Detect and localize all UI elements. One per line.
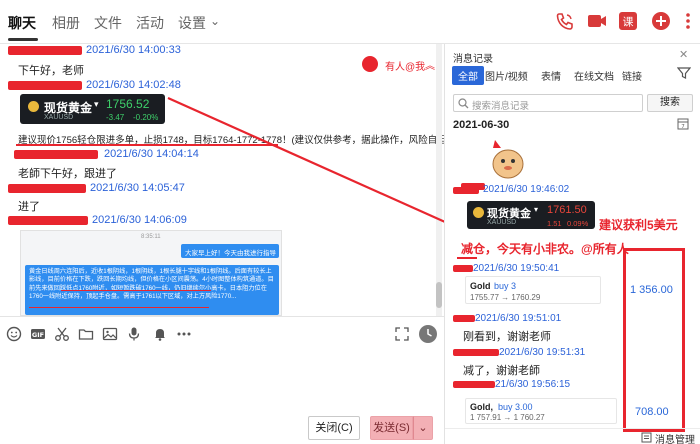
message-timestamp: 21/6/30 19:56:15 <box>495 379 571 390</box>
annotation-reduce: 减仓，今天有小非农。@所有人 <box>461 242 629 256</box>
sticker-image[interactable] <box>485 134 531 182</box>
redacted-name <box>453 265 473 272</box>
date-header: 2021-06-30 <box>453 119 510 131</box>
search-button[interactable]: 搜索 <box>647 94 693 112</box>
trade-card[interactable]: Gold buy 3 1755.77 → 1760.29 <box>465 276 601 304</box>
trade-prices: 1755.77 → 1760.29 <box>470 293 541 302</box>
filter-all[interactable]: 全部 <box>452 66 484 85</box>
folder-icon[interactable] <box>78 326 94 342</box>
svg-text:GIF: GIF <box>32 331 44 339</box>
gold-coin-icon <box>473 207 484 218</box>
redacted-name <box>453 187 479 194</box>
filter-image-video[interactable]: 图片/视频 <box>485 68 528 83</box>
filter-emoji[interactable]: 表情 <box>541 68 561 83</box>
search-input[interactable]: 搜索消息记录 <box>453 94 643 112</box>
message-input-area[interactable]: 关闭(C) 发送(S) ⌄ <box>0 350 444 444</box>
more-tools-icon[interactable] <box>176 326 192 342</box>
send-button[interactable]: 发送(S) <box>370 416 413 440</box>
search-icon <box>458 98 469 109</box>
message-timestamp: 2021/6/30 19:51:01 <box>475 313 562 324</box>
red-underline <box>457 257 477 259</box>
close-icon[interactable]: ✕ <box>679 48 688 61</box>
filter-online-doc[interactable]: 在线文档 <box>574 68 614 83</box>
trade-prices: 1 757.91 → 1 760.27 <box>470 413 545 422</box>
divider <box>445 428 700 429</box>
expand-icon[interactable] <box>394 326 410 342</box>
trade-title: Gold <box>470 281 491 291</box>
gold-price: 1761.50 <box>547 204 587 216</box>
filter-icon[interactable] <box>677 66 691 80</box>
trade-action: buy 3 <box>494 281 517 291</box>
image-icon[interactable] <box>102 326 118 342</box>
message-text[interactable]: 刚看到，谢谢老师 <box>463 328 551 344</box>
microphone-icon[interactable] <box>126 326 142 342</box>
gold-percent: 0.09% <box>567 219 589 228</box>
message-text[interactable]: 减了，谢谢老師 <box>463 362 540 378</box>
redacted-name <box>453 315 475 322</box>
search-placeholder: 搜索消息记录 <box>472 101 530 112</box>
trade-amount: 1 356.00 <box>630 284 673 296</box>
emoji-icon[interactable] <box>6 326 22 342</box>
panel-title: 消息记录 <box>453 54 493 65</box>
message-history-panel: 消息记录 ✕ 全部 图片/视频 表情 在线文档 链接 搜索消息记录 搜索 202… <box>444 44 700 444</box>
send-options-dropdown[interactable]: ⌄ <box>413 416 433 440</box>
message-timestamp: 2021/6/30 19:51:31 <box>499 347 586 358</box>
history-clock-icon[interactable] <box>418 324 438 344</box>
trade-action: buy 3.00 <box>498 402 533 412</box>
red-highlight-box <box>623 248 685 432</box>
dropdown-caret-icon: ▾ <box>534 205 539 214</box>
scissors-icon[interactable] <box>54 326 70 342</box>
bell-icon[interactable] <box>152 326 168 342</box>
message-manage-link[interactable]: 消息管理 <box>655 431 695 444</box>
close-button[interactable]: 关闭(C) <box>308 416 360 440</box>
calendar-icon[interactable]: 7 <box>677 117 689 130</box>
message-timestamp: 2021/6/30 19:46:02 <box>483 184 570 195</box>
filter-link[interactable]: 链接 <box>622 68 642 83</box>
redacted-name <box>453 381 495 388</box>
trade-title: Gold, <box>470 402 493 412</box>
gold-quote-card[interactable]: 现货黄金 ▾ XAUUSD 1761.50 1.51 0.09% <box>467 201 595 229</box>
gold-symbol: XAUUSD <box>487 219 517 226</box>
annotation-profit: 建议获利5美元 <box>599 218 678 232</box>
trade-amount: 708.00 <box>635 406 669 418</box>
input-toolbar: GIF <box>0 316 444 350</box>
message-timestamp: 2021/6/30 19:50:41 <box>473 263 560 274</box>
gif-icon[interactable]: GIF <box>30 326 46 342</box>
message-manage-icon[interactable] <box>641 432 652 443</box>
redacted-name <box>453 349 499 356</box>
chevron-down-icon: ⌄ <box>418 422 428 434</box>
svg-text:7: 7 <box>681 124 685 130</box>
trade-card[interactable]: Gold, buy 3.00 1 757.91 → 1 760.27 <box>465 398 617 424</box>
gold-change: 1.51 <box>547 219 562 228</box>
